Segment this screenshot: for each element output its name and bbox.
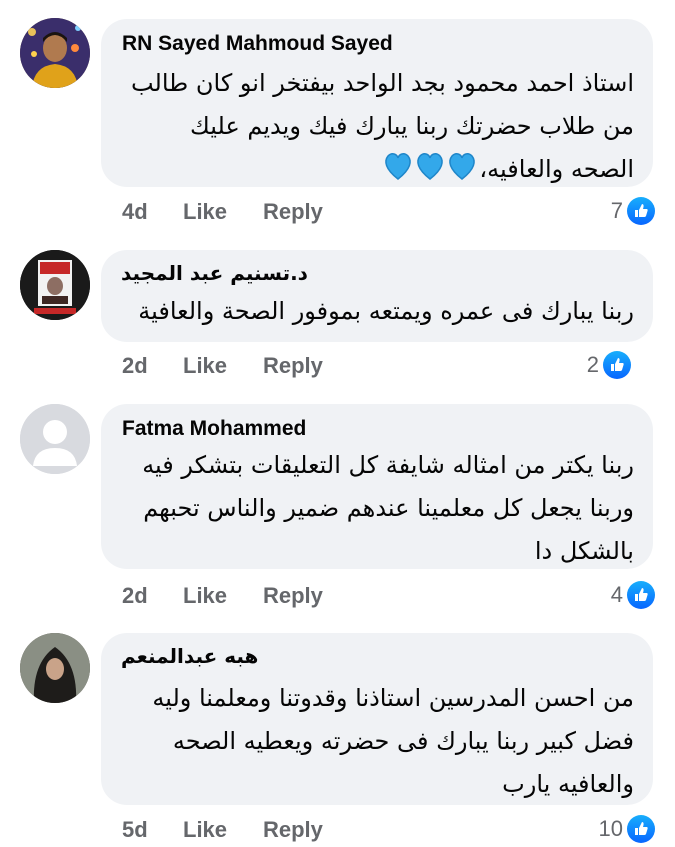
woman-photo-avatar-icon (20, 633, 90, 703)
avatar[interactable] (20, 250, 90, 320)
avatar[interactable] (20, 633, 90, 703)
comment-text: ربنا يكتر من امثاله شايفة كل التعليقات ب… (120, 444, 634, 573)
timestamp[interactable]: 2d (122, 583, 148, 609)
comment-bubble: هبه عبدالمنعم من احسن المدرسين استاذنا و… (101, 633, 653, 805)
comment-line: ربنا يكتر من امثاله شايفة كل التعليقات ب… (142, 451, 634, 479)
reaction-count: 2 (586, 352, 599, 377)
default-profile-avatar-icon (20, 404, 90, 474)
author-name[interactable]: د.تسنيم عبد المجيد (121, 261, 308, 285)
comment-line: من احسن المدرسين استاذنا وقدوتنا ومعلمنا… (152, 684, 634, 712)
thumbs-up-icon (627, 581, 655, 609)
author-name[interactable]: Fatma Mohammed (122, 417, 306, 441)
avatar[interactable] (20, 18, 90, 88)
comment-text: من احسن المدرسين استاذنا وقدوتنا ومعلمنا… (120, 677, 634, 806)
timestamp[interactable]: 4d (122, 199, 148, 225)
thumbs-up-icon (627, 815, 655, 843)
author-name[interactable]: هبه عبدالمنعم (121, 644, 258, 668)
reaction-summary[interactable]: 10 (599, 814, 655, 844)
comment-line: ربنا يبارك فى عمره ويمتعه بموفور الصحة و… (138, 297, 634, 325)
reaction-summary[interactable]: 2 (587, 350, 631, 380)
comment-bubble: Fatma Mohammed ربنا يكتر من امثاله شايفة… (101, 404, 653, 569)
framed-photo-avatar-icon (20, 250, 90, 320)
comment-line-text: الصحه والعافيه، (479, 155, 634, 183)
blue-heart-emoji-icon (383, 150, 479, 193)
reaction-summary[interactable]: 4 (611, 580, 655, 610)
avatar[interactable] (20, 404, 90, 474)
reply-button[interactable]: Reply (263, 199, 323, 225)
reply-button[interactable]: Reply (263, 583, 323, 609)
comment-bubble: RN Sayed Mahmoud Sayed استاذ احمد محمود … (101, 19, 653, 187)
like-button[interactable]: Like (183, 583, 227, 609)
timestamp[interactable]: 5d (122, 817, 148, 843)
timestamp[interactable]: 2d (122, 353, 148, 379)
comment-line: من طلاب حضرتك ربنا يبارك فيك ويديم عليك (190, 112, 634, 140)
comment-line: فضل كبير ربنا يبارك فى حضرته ويعطيه الصح… (172, 727, 634, 755)
thumbs-up-icon (627, 197, 655, 225)
user-photo-avatar-icon (20, 18, 90, 88)
reaction-count: 4 (610, 582, 623, 607)
comment-bubble: د.تسنيم عبد المجيد ربنا يبارك فى عمره وي… (101, 250, 653, 342)
comment-line: استاذ احمد محمود بجد الواحد بيفتخر انو ك… (130, 69, 634, 97)
reaction-summary[interactable]: 7 (611, 196, 655, 226)
comment-text: استاذ احمد محمود بجد الواحد بيفتخر انو ك… (120, 62, 634, 193)
like-button[interactable]: Like (183, 817, 227, 843)
comment-line: والعافيه يارب (502, 770, 634, 798)
comment-line: وربنا يجعل كل معلمينا عندهم ضمير والناس … (143, 494, 634, 522)
thumbs-up-icon (603, 351, 631, 379)
like-button[interactable]: Like (183, 353, 227, 379)
reaction-count: 10 (598, 816, 623, 841)
reply-button[interactable]: Reply (263, 353, 323, 379)
comment-line: بالشكل دا (534, 537, 634, 565)
comment-text: ربنا يبارك فى عمره ويمتعه بموفور الصحة و… (120, 290, 634, 333)
reply-button[interactable]: Reply (263, 817, 323, 843)
comment-line: الصحه والعافيه، (120, 148, 634, 193)
like-button[interactable]: Like (183, 199, 227, 225)
author-name[interactable]: RN Sayed Mahmoud Sayed (122, 32, 393, 56)
reaction-count: 7 (610, 198, 623, 223)
